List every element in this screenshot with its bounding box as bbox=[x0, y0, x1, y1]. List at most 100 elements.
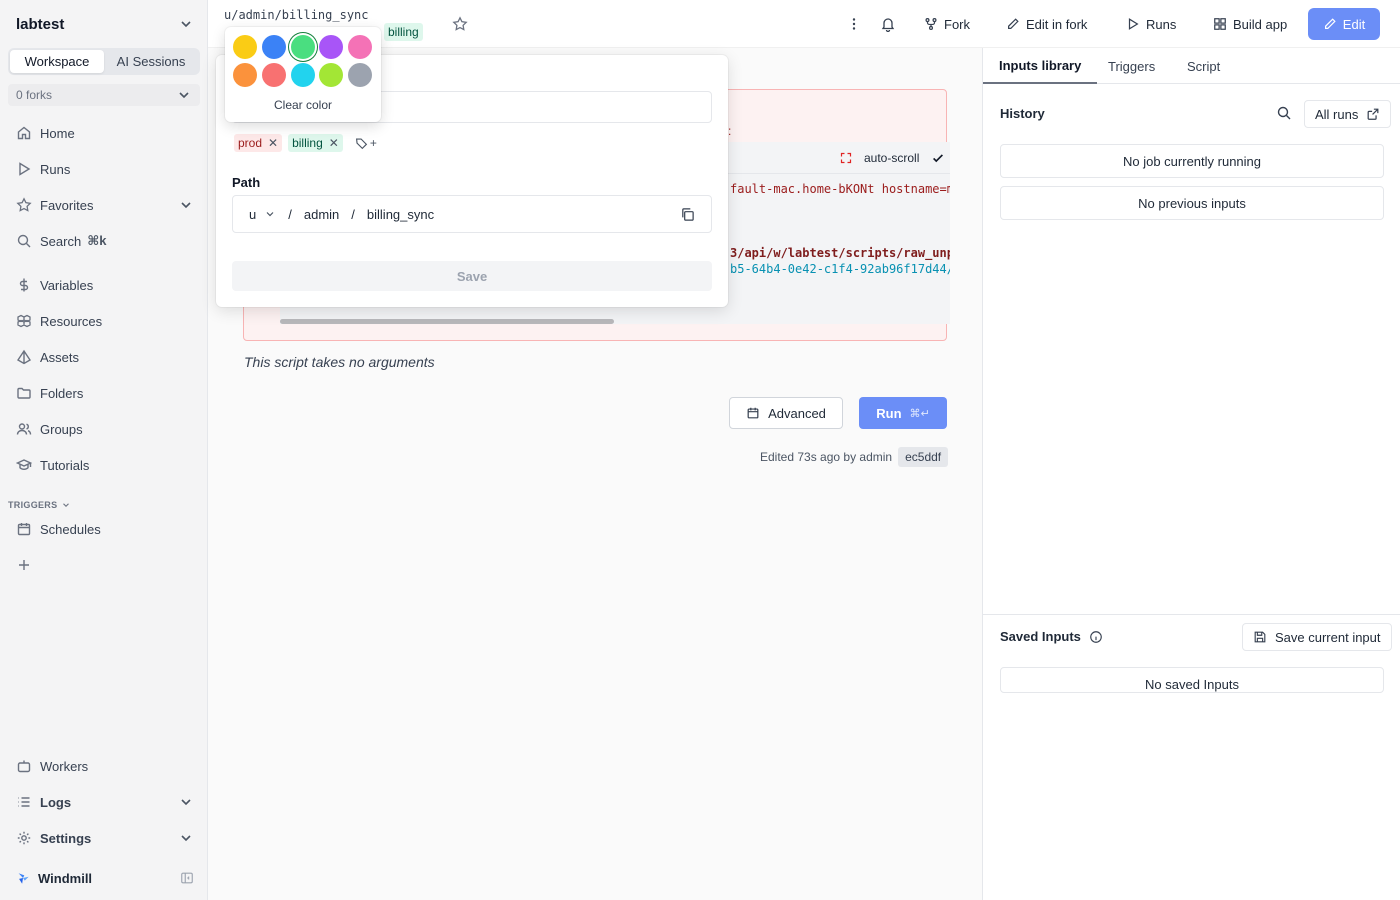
top-bar: u/admin/billing_sync billing Fork Edit i… bbox=[208, 0, 1400, 48]
workspace-name: labtest bbox=[16, 15, 65, 33]
more-menu-button[interactable] bbox=[846, 12, 862, 36]
sidebar-item-workers[interactable]: Workers bbox=[16, 754, 194, 778]
color-swatch-cyan[interactable] bbox=[291, 63, 315, 87]
calendar-icon bbox=[747, 407, 759, 419]
path-name-input[interactable]: billing_sync bbox=[367, 207, 668, 222]
star-icon bbox=[16, 197, 32, 212]
check-icon bbox=[933, 154, 944, 163]
add-tag-button[interactable]: + bbox=[355, 136, 377, 150]
advanced-button[interactable]: Advanced bbox=[729, 397, 843, 429]
sidebar-item-logs[interactable]: Logs bbox=[16, 790, 194, 814]
chevron-down-icon bbox=[266, 212, 274, 217]
play-icon bbox=[1128, 18, 1139, 30]
sidebar-item-assets[interactable]: Assets bbox=[16, 345, 194, 369]
tag-label: billing bbox=[292, 136, 323, 150]
workspace-switcher[interactable]: labtest bbox=[16, 14, 194, 34]
collapse-sidebar-icon[interactable] bbox=[180, 871, 194, 885]
sidebar-item-home[interactable]: Home bbox=[16, 121, 194, 145]
edit-info: Edited 73s ago by admin ec5ddf bbox=[760, 447, 949, 467]
tab-triggers[interactable]: Triggers bbox=[1108, 48, 1155, 84]
runs-label: Runs bbox=[1146, 16, 1177, 32]
path-user-input[interactable]: admin bbox=[304, 207, 339, 222]
notifications-button[interactable] bbox=[880, 12, 896, 36]
tag-billing: billing ✕ bbox=[288, 134, 343, 152]
sidebar-item-label: Favorites bbox=[40, 197, 94, 213]
sidebar-item-search[interactable]: Search ⌘k bbox=[16, 229, 194, 253]
sidebar-item-label: Groups bbox=[40, 421, 83, 437]
no-args-message: This script takes no arguments bbox=[244, 354, 435, 370]
auto-scroll-toggle[interactable]: auto-scroll bbox=[840, 151, 945, 165]
tab-ai-sessions[interactable]: AI Sessions bbox=[104, 50, 198, 73]
calendar-icon bbox=[17, 523, 31, 536]
color-swatch-blue[interactable] bbox=[262, 35, 286, 59]
path-owner-select[interactable]: u bbox=[249, 207, 276, 222]
edit-button[interactable]: Edit bbox=[1308, 8, 1380, 40]
path-separator: / bbox=[288, 206, 292, 222]
home-icon bbox=[17, 126, 31, 140]
auto-scroll-label: auto-scroll bbox=[864, 151, 920, 165]
edit-in-fork-button[interactable]: Edit in fork bbox=[1006, 12, 1087, 36]
sidebar-item-favorites[interactable]: Favorites bbox=[16, 193, 194, 217]
sidebar-item-label: Runs bbox=[40, 161, 71, 177]
copy-icon[interactable] bbox=[680, 207, 695, 222]
bot-icon bbox=[17, 760, 31, 773]
sidebar-item-settings[interactable]: Settings bbox=[16, 826, 194, 850]
favorite-button[interactable] bbox=[452, 16, 468, 32]
fork-button[interactable]: Fork bbox=[924, 12, 970, 36]
color-swatch-gray[interactable] bbox=[348, 63, 372, 87]
color-swatch-lime[interactable] bbox=[319, 63, 343, 87]
sidebar-item-groups[interactable]: Groups bbox=[16, 417, 194, 441]
sidebar-item-label: Resources bbox=[40, 313, 103, 329]
pyramid-icon bbox=[17, 349, 31, 365]
color-swatch-yellow[interactable] bbox=[233, 35, 257, 59]
sidebar-item-label: Assets bbox=[40, 349, 80, 365]
version-hash[interactable]: ec5ddf bbox=[898, 447, 949, 467]
triggers-heading[interactable]: TRIGGERS bbox=[8, 500, 71, 510]
runs-button[interactable]: Runs bbox=[1126, 12, 1176, 36]
build-app-button[interactable]: Build app bbox=[1213, 12, 1287, 36]
info-icon[interactable] bbox=[1089, 630, 1103, 644]
save-icon bbox=[1254, 631, 1266, 643]
forks-selector[interactable]: 0 forks bbox=[8, 84, 200, 106]
history-title: History bbox=[1000, 106, 1045, 121]
sidebar-item-label: Workers bbox=[40, 758, 89, 774]
run-button[interactable]: Run ⌘↵ bbox=[859, 397, 947, 429]
color-swatch-red[interactable] bbox=[262, 63, 286, 87]
remove-tag-icon[interactable]: ✕ bbox=[329, 136, 339, 150]
color-swatch-orange[interactable] bbox=[233, 63, 257, 87]
log-line: b5-64b4-0e42-c1f4-92ab96f17d44/ bbox=[730, 262, 950, 276]
search-history-button[interactable] bbox=[1276, 105, 1292, 121]
pencil-icon bbox=[1324, 18, 1336, 29]
sidebar-item-runs[interactable]: Runs bbox=[16, 157, 194, 181]
remove-tag-icon[interactable]: ✕ bbox=[268, 136, 278, 150]
alert-text-tail: : bbox=[728, 124, 732, 138]
sidebar-item-resources[interactable]: Resources bbox=[16, 309, 194, 333]
sidebar-item-label: Logs bbox=[40, 794, 72, 810]
sidebar-item-folders[interactable]: Folders bbox=[16, 381, 194, 405]
tag-billing: billing bbox=[384, 23, 423, 41]
tab-inputs-library[interactable]: Inputs library bbox=[983, 48, 1098, 84]
sidebar-item-label: Home bbox=[40, 125, 75, 141]
add-trigger-button[interactable] bbox=[16, 553, 194, 577]
horizontal-scrollbar[interactable] bbox=[280, 319, 614, 324]
sidebar-item-variables[interactable]: Variables bbox=[16, 273, 194, 297]
tag-prod: prod ✕ bbox=[234, 134, 283, 152]
edit-in-fork-label: Edit in fork bbox=[1026, 16, 1088, 32]
tab-script[interactable]: Script bbox=[1187, 48, 1220, 84]
brand-name: Windmill bbox=[38, 870, 93, 886]
all-runs-button[interactable]: All runs bbox=[1304, 100, 1392, 128]
expand-icon bbox=[840, 152, 852, 164]
saved-inputs-title: Saved Inputs bbox=[1000, 629, 1103, 644]
tab-workspace[interactable]: Workspace bbox=[10, 50, 104, 73]
external-link-icon bbox=[1367, 108, 1379, 120]
clear-color-button[interactable]: Clear color bbox=[225, 98, 381, 112]
save-current-input-button[interactable]: Save current input bbox=[1242, 623, 1392, 651]
color-swatch-green[interactable] bbox=[291, 35, 315, 59]
tag-label: prod bbox=[238, 136, 263, 150]
save-button[interactable]: Save bbox=[232, 261, 712, 291]
color-swatch-purple[interactable] bbox=[319, 35, 343, 59]
sidebar-item-tutorials[interactable]: Tutorials bbox=[16, 453, 194, 477]
color-swatch-pink[interactable] bbox=[348, 35, 372, 59]
sidebar-item-schedules[interactable]: Schedules bbox=[16, 517, 194, 541]
chevron-down-icon bbox=[179, 92, 189, 99]
